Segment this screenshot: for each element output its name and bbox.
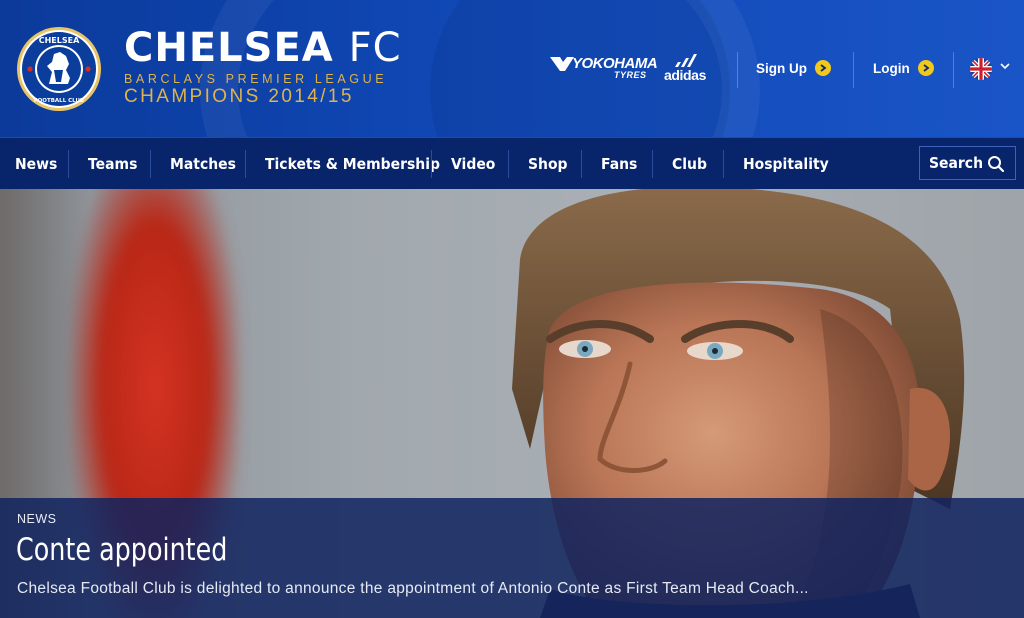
login-label: Login [873, 60, 910, 76]
nav-divider [431, 150, 432, 178]
chelsea-crest-logo[interactable]: CHELSEA FOOTBALL CLUB [16, 26, 102, 112]
nav-item-matches[interactable]: Matches [170, 138, 236, 189]
sponsor-yokohama-subtext: TYRES [614, 70, 647, 80]
nav-divider [245, 150, 246, 178]
nav-divider [652, 150, 653, 178]
brand-block[interactable]: CHELSEA FC BARCLAYS PREMIER LEAGUE CHAMP… [124, 28, 402, 108]
nav-item-club[interactable]: Club [672, 138, 707, 189]
news-category-tag: NEWS [17, 512, 57, 526]
nav-divider [723, 150, 724, 178]
login-link[interactable]: Login [873, 60, 934, 76]
news-headline[interactable]: Conte appointed [16, 532, 227, 568]
header-divider [953, 52, 954, 88]
chevron-right-icon [917, 60, 934, 76]
crest-top-text: CHELSEA [39, 36, 80, 45]
header-divider [737, 52, 738, 88]
crest-bottom-text: FOOTBALL CLUB [34, 98, 84, 104]
brand-league-subtitle: BARCLAYS PREMIER LEAGUE [124, 72, 388, 86]
header-divider [853, 52, 854, 88]
nav-item-fans[interactable]: Fans [601, 138, 637, 189]
brand-title: CHELSEA FC [124, 28, 402, 68]
sponsor-yokohama-logo[interactable]: YOKOHAMA TYRES [550, 55, 658, 83]
nav-item-shop[interactable]: Shop [528, 138, 568, 189]
nav-item-video[interactable]: Video [451, 138, 495, 189]
hero-news-panel[interactable]: NEWS Conte appointed Chelsea Football Cl… [0, 498, 1024, 618]
brand-champions-subtitle: CHAMPIONS 2014/15 [124, 86, 354, 107]
uk-flag-icon[interactable] [970, 58, 992, 80]
adidas-stripes-icon [675, 54, 697, 67]
nav-item-news[interactable]: News [15, 138, 57, 189]
brand-title-main: CHELSEA [124, 25, 334, 71]
nav-divider [581, 150, 582, 178]
hero-banner[interactable]: NEWS Conte appointed Chelsea Football Cl… [0, 189, 1024, 618]
nav-divider [68, 150, 69, 178]
nav-item-hospitality[interactable]: Hospitality [743, 138, 829, 189]
nav-divider [150, 150, 151, 178]
nav-item-teams[interactable]: Teams [88, 138, 137, 189]
signup-link[interactable]: Sign Up [756, 60, 831, 76]
search-input[interactable]: Search [919, 146, 1016, 180]
nav-item-tickets-membership[interactable]: Tickets & Membership [265, 138, 440, 189]
yokohama-mark-icon [550, 57, 574, 71]
main-nav: News Teams Matches Tickets & Membership … [0, 137, 1024, 189]
search-label: Search [929, 154, 984, 172]
signup-label: Sign Up [756, 60, 807, 76]
site-header: CHELSEA FOOTBALL CLUB CHELSEA FC BARCLAY… [0, 0, 1024, 137]
sponsor-adidas-text: adidas [664, 67, 706, 83]
sponsor-adidas-logo[interactable]: adidas [664, 53, 710, 83]
search-icon[interactable] [987, 155, 1005, 173]
chevron-right-icon [815, 60, 831, 76]
brand-title-suffix: FC [348, 25, 402, 71]
news-summary: Chelsea Football Club is delighted to an… [17, 580, 809, 597]
chevron-down-icon[interactable] [1000, 62, 1010, 70]
nav-divider [508, 150, 509, 178]
